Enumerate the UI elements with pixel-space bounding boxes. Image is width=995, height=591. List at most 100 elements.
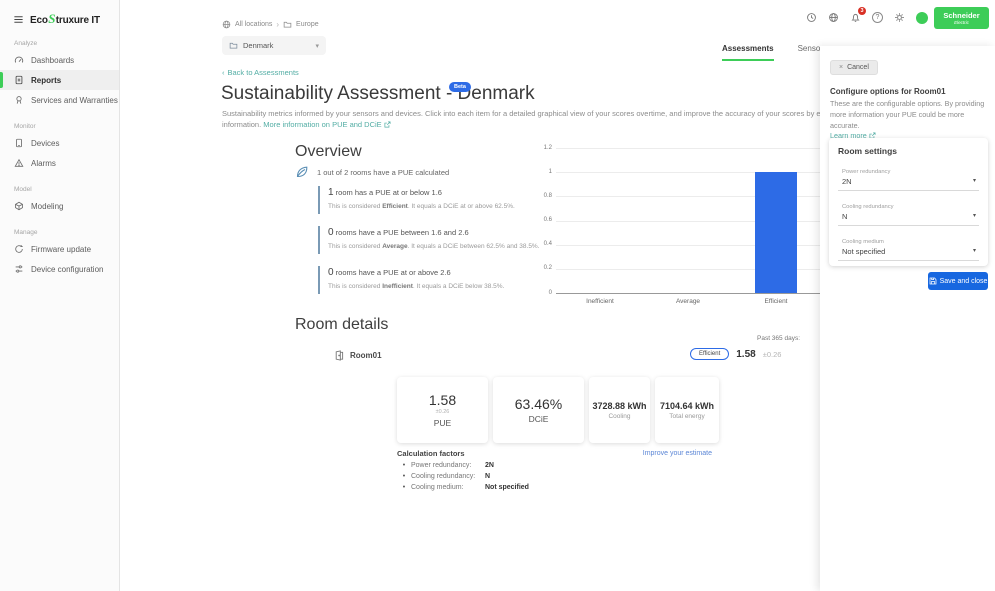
dashboards-icon xyxy=(14,55,24,65)
avatar[interactable] xyxy=(915,11,928,24)
improve-your-estimate-link[interactable]: Improve your estimate xyxy=(602,450,712,457)
room-pue-value: 1.58 xyxy=(736,349,755,360)
reports-icon xyxy=(14,75,24,85)
location-selector-value: Denmark xyxy=(243,41,273,50)
chart-ytick-label: 0 xyxy=(524,290,552,296)
page-title: Sustainability Assessment - Denmark xyxy=(221,83,535,105)
bullet-icon: • xyxy=(397,473,411,480)
page-description: Sustainability metrics informed by your … xyxy=(222,109,922,131)
chart-ytick-label: 0.2 xyxy=(524,265,552,271)
close-icon: × xyxy=(839,64,843,71)
logo-s-swirl-icon: S xyxy=(48,11,55,27)
sidebar-item-dashboards[interactable]: Dashboards xyxy=(0,50,119,70)
chart-xtick-label: Efficient xyxy=(736,298,816,305)
sidebar-item-devices[interactable]: Devices xyxy=(0,133,119,153)
tab-assessments[interactable]: Assessments xyxy=(722,44,774,61)
chart-ytick-label: 1.2 xyxy=(524,145,552,151)
notification-badge: 3 xyxy=(858,7,866,15)
device-icon xyxy=(14,138,24,148)
sidebar-item-modeling[interactable]: Modeling xyxy=(0,196,119,216)
globe-icon[interactable] xyxy=(827,11,840,24)
power-redundancy-select[interactable]: Power redundancy 2N ▾ xyxy=(838,168,979,191)
drawer-heading: Configure options for Room01 xyxy=(830,87,946,96)
chart-xtick-label: Inefficient xyxy=(560,298,640,305)
nav-section-model: Model xyxy=(14,186,119,193)
configure-drawer: × Cancel Configure options for Room01 Th… xyxy=(820,46,995,591)
breadcrumb-separator: › xyxy=(276,20,279,29)
chevron-down-icon: ▾ xyxy=(973,247,976,254)
nav-section-manage: Manage xyxy=(14,229,119,236)
save-and-close-button[interactable]: Save and close xyxy=(928,272,988,290)
leaf-icon xyxy=(294,164,310,180)
cancel-button[interactable]: × Cancel xyxy=(830,60,878,75)
metric-card-pue[interactable]: 1.58 ±0.26 PUE xyxy=(397,377,488,443)
chart-gridline xyxy=(556,269,840,270)
sidebar-item-reports[interactable]: Reports xyxy=(0,70,119,90)
chart-gridline xyxy=(556,245,840,246)
chart-gridline xyxy=(556,172,840,173)
pue-chart: 00.20.40.60.811.2InefficientAverageEffic… xyxy=(524,142,840,312)
history-icon[interactable] xyxy=(805,11,818,24)
chart-bar-efficient xyxy=(755,172,797,293)
overview-heading: Overview xyxy=(295,143,362,161)
overview-block-inefficient: 0 rooms have a PUE at or above 2.6 This … xyxy=(318,266,553,294)
hamburger-menu-icon[interactable] xyxy=(13,14,24,25)
overview-block-average: 0 rooms have a PUE between 1.6 and 2.6 T… xyxy=(318,226,553,254)
chevron-down-icon: ▾ xyxy=(315,42,319,50)
back-to-assessments-link[interactable]: ‹ Back to Assessments xyxy=(222,68,299,77)
bullet-icon: • xyxy=(397,462,411,469)
beta-badge: Beta xyxy=(449,82,471,92)
sidebar: EcoStruxure IT Analyze Dashboards Report… xyxy=(0,0,120,591)
chart-gridline xyxy=(556,148,840,149)
room-icon xyxy=(333,350,344,361)
calc-row-cooling-redundancy: • Cooling redundancy: N xyxy=(397,473,529,480)
refresh-icon xyxy=(14,244,24,254)
overview-block-efficient: 1 room has a PUE at or below 1.6 This is… xyxy=(318,186,553,214)
calculation-factors: Calculation factors • Power redundancy: … xyxy=(397,449,529,491)
folder-icon xyxy=(283,20,292,29)
metric-card-dcie[interactable]: 63.46% DCiE xyxy=(493,377,584,443)
room-score: Efficient 1.58 ±0.26 xyxy=(690,348,781,360)
location-selector[interactable]: Denmark ▾ xyxy=(222,36,326,55)
chart-xtick-label: Average xyxy=(648,298,728,305)
sidebar-item-services-and-warranties[interactable]: Services and Warranties xyxy=(0,90,119,110)
more-information-link[interactable]: More information on PUE and DCiE xyxy=(263,120,390,129)
status-badge: Efficient xyxy=(690,348,729,360)
schneider-electric-logo[interactable]: Schneider Electric xyxy=(934,7,989,29)
alarm-triangle-icon xyxy=(14,158,24,168)
sidebar-item-firmware-update[interactable]: Firmware update xyxy=(0,239,119,259)
cooling-medium-select[interactable]: Cooling medium Not specified ▾ xyxy=(838,238,979,261)
external-link-icon xyxy=(384,121,391,128)
chevron-down-icon: ▾ xyxy=(973,177,976,184)
cooling-redundancy-select[interactable]: Cooling redundancy N ▾ xyxy=(838,203,979,226)
period-label: Past 365 days: xyxy=(700,335,800,342)
settings-gear-icon[interactable] xyxy=(893,11,906,24)
help-icon[interactable]: ? xyxy=(871,11,884,24)
chart-gridline xyxy=(556,196,840,197)
metric-card-total-energy[interactable]: 7104.64 kWh Total energy xyxy=(655,377,719,443)
calc-row-cooling-medium: • Cooling medium: Not specified xyxy=(397,484,529,491)
folder-icon xyxy=(229,41,238,50)
sidebar-item-alarms[interactable]: Alarms xyxy=(0,153,119,173)
breadcrumb-root[interactable]: All locations xyxy=(235,21,272,28)
chart-ytick-label: 1 xyxy=(524,169,552,175)
sliders-icon xyxy=(14,264,24,274)
chevron-down-icon: ▾ xyxy=(973,212,976,219)
breadcrumb: All locations › Europe xyxy=(222,20,319,29)
room-details-heading: Room details xyxy=(295,316,388,334)
breadcrumb-current[interactable]: Europe xyxy=(296,21,319,28)
notifications-bell-icon[interactable]: 3 xyxy=(849,11,862,24)
chart-gridline xyxy=(556,221,840,222)
metric-card-cooling[interactable]: 3728.88 kWh Cooling xyxy=(589,377,650,443)
chart-gridline xyxy=(556,293,840,294)
room-row[interactable]: Room01 xyxy=(333,350,382,361)
tab-bar: Assessments Sensors xyxy=(722,44,827,61)
drawer-description: These are the configurable options. By p… xyxy=(830,99,988,142)
topbar-icon-group: 3 ? xyxy=(805,11,928,24)
chart-ytick-label: 0.4 xyxy=(524,241,552,247)
overview-summary: 1 out of 2 rooms have a PUE calculated xyxy=(294,164,449,180)
chart-ytick-label: 0.6 xyxy=(524,217,552,223)
app-logo: EcoStruxure IT xyxy=(30,11,100,27)
sidebar-item-device-configuration[interactable]: Device configuration xyxy=(0,259,119,279)
bullet-icon: • xyxy=(397,484,411,491)
